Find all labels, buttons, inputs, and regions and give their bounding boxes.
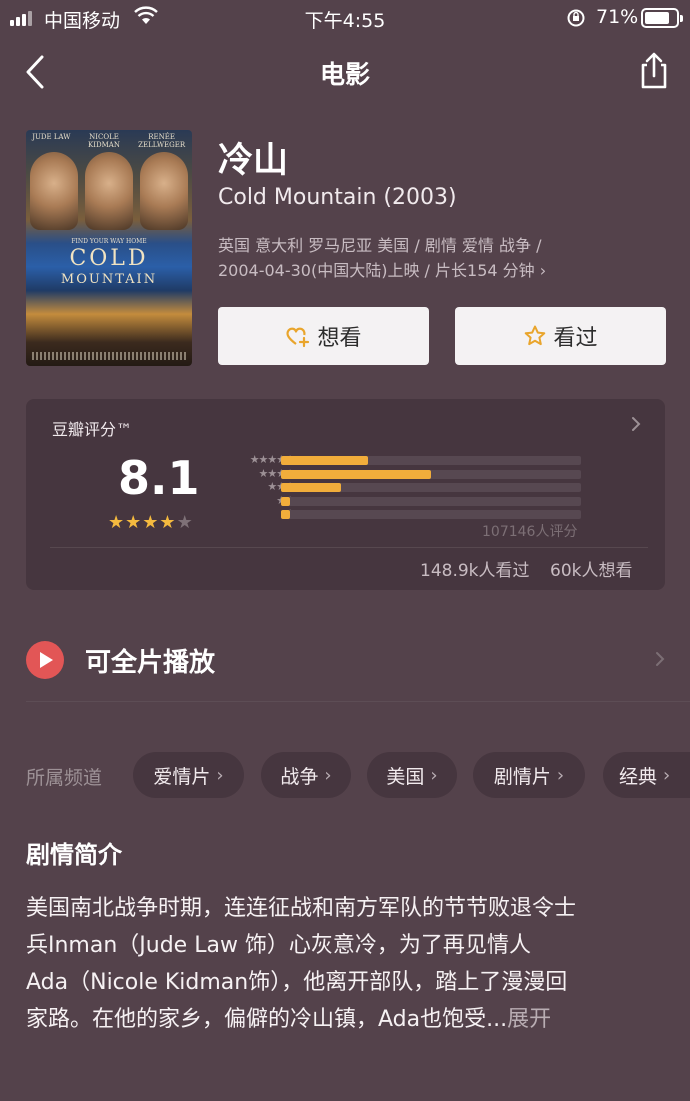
star-filled-icon: ★ bbox=[108, 512, 126, 533]
channel-chip[interactable]: 美国 › bbox=[367, 752, 457, 798]
channel-chip-label: 剧情片 bbox=[493, 765, 551, 788]
meta-line-2: 2004-04-30(中国大陆)上映 / 片长154 分钟 bbox=[218, 261, 535, 280]
rating-stars: ★★★★★ bbox=[108, 512, 194, 533]
poster-faces bbox=[30, 152, 188, 230]
movie-poster[interactable]: JUDE LAW NICOLE KIDMAN RENÉE ZELLWEGER F… bbox=[26, 130, 192, 366]
chevron-right-icon[interactable] bbox=[654, 650, 666, 668]
distribution-bar bbox=[281, 496, 290, 506]
section-divider bbox=[26, 701, 690, 702]
chevron-right-icon: › bbox=[216, 764, 224, 786]
poster-credit: NICOLE KIDMAN bbox=[88, 133, 120, 149]
movie-meta[interactable]: 英国 意大利 罗马尼亚 美国 / 剧情 爱情 战争 / 2004-04-30(中… bbox=[218, 233, 546, 283]
rotation-lock-icon bbox=[567, 9, 585, 27]
poster-title-line1: COLD bbox=[69, 246, 149, 271]
chevron-right-icon: › bbox=[663, 764, 671, 786]
chevron-right-icon: › bbox=[430, 764, 438, 786]
watched-button[interactable]: 看过 bbox=[455, 307, 666, 365]
poster-credit: RENÉE ZELLWEGER bbox=[138, 133, 186, 149]
play-full-movie[interactable]: 可全片播放 bbox=[85, 642, 215, 679]
chevron-right-icon: › bbox=[556, 764, 565, 786]
star-outline-icon bbox=[525, 325, 546, 346]
synopsis-line: Ada（Nicole Kidman饰），他离开部队，踏上了漫漫回 bbox=[26, 970, 568, 995]
rating-votes: 107146人评分 bbox=[482, 524, 578, 540]
seen-label: 看过 bbox=[553, 326, 598, 351]
channel-chip-label: 经典 bbox=[619, 765, 658, 788]
star-filled-icon: ★ bbox=[159, 512, 177, 533]
poster-credits: JUDE LAW NICOLE KIDMAN RENÉE ZELLWEGER bbox=[26, 133, 192, 149]
poster-tagline: FIND YOUR WAY HOME bbox=[71, 238, 147, 245]
synopsis-line: 兵Inman（Jude Law 饰）心灰意冷，为了再见情人 bbox=[26, 933, 531, 958]
distribution-track bbox=[281, 483, 581, 492]
synopsis-line: 家路。在他的家乡，偏僻的冷山镇，Ada也饱受... bbox=[26, 1007, 508, 1032]
distribution-track bbox=[281, 510, 581, 519]
distribution-bar bbox=[281, 483, 341, 492]
channel-chip[interactable]: 剧情片 › bbox=[473, 752, 585, 798]
chevron-right-icon: › bbox=[324, 764, 332, 786]
channel-chip[interactable]: 战争 › bbox=[261, 752, 351, 798]
expand-link[interactable]: 展开 bbox=[507, 1007, 551, 1032]
distribution-track bbox=[281, 496, 581, 506]
rating-score: 8.1 bbox=[118, 451, 200, 505]
synopsis-text: 美国南北战争时期，连连征战和南方军队的节节败退令士 兵Inman（Jude La… bbox=[26, 890, 676, 1038]
want-count[interactable]: 60k人想看 bbox=[550, 556, 632, 581]
battery-icon bbox=[641, 8, 683, 28]
want-to-watch-button[interactable]: 想看 bbox=[218, 307, 429, 365]
status-time: 下午4:55 bbox=[304, 10, 386, 32]
distribution-track bbox=[281, 469, 581, 479]
distribution-bar bbox=[281, 456, 368, 465]
want-label: 想看 bbox=[317, 326, 362, 351]
poster-title-line2: MOUNTAIN bbox=[60, 272, 158, 287]
star-filled-icon: ★ bbox=[142, 512, 160, 533]
synopsis-title: 剧情简介 bbox=[26, 841, 122, 869]
share-icon[interactable] bbox=[636, 50, 672, 90]
synopsis-line: 美国南北战争时期，连连征战和南方军队的节节败退令士 bbox=[26, 896, 577, 921]
chevron-right-icon: › bbox=[539, 261, 547, 280]
channel-chip-label: 战争 bbox=[280, 765, 319, 788]
channels-label: 所属频道 bbox=[26, 767, 103, 789]
poster-credit: JUDE LAW bbox=[32, 133, 71, 141]
distribution-track bbox=[281, 456, 581, 465]
channel-chip[interactable]: 经典 › bbox=[603, 752, 690, 798]
battery-percent: 71% bbox=[596, 6, 639, 28]
channel-chip-label: 美国 bbox=[386, 765, 425, 788]
movie-title-cn: 冷山 bbox=[218, 141, 289, 181]
play-icon[interactable] bbox=[26, 641, 64, 679]
rating-card-title: 豆瓣评分™ bbox=[52, 420, 133, 439]
movie-title-en: Cold Mountain (2003) bbox=[218, 185, 457, 210]
distribution-bar bbox=[281, 469, 431, 479]
meta-line-1: 英国 意大利 罗马尼亚 美国 / 剧情 爱情 战争 / bbox=[218, 236, 542, 255]
channel-chip[interactable]: 爱情片 › bbox=[133, 752, 244, 798]
channel-chip-label: 爱情片 bbox=[153, 765, 211, 788]
poster-billing-block bbox=[32, 352, 186, 360]
star-filled-icon: ★ bbox=[125, 512, 143, 533]
status-bar: 中国移动 下午4:55 71% bbox=[0, 0, 690, 36]
distribution-bar bbox=[281, 510, 290, 519]
star-empty-icon: ★ bbox=[176, 512, 194, 533]
chevron-right-icon bbox=[632, 417, 641, 431]
card-divider bbox=[50, 547, 648, 548]
rating-card[interactable]: 豆瓣评分™ 8.1 ★★★★★ ★★★★★★★★★★★★★★★ 107146人评… bbox=[26, 399, 665, 590]
seen-count[interactable]: 148.9k人看过 bbox=[420, 556, 530, 581]
heart-plus-icon bbox=[286, 327, 310, 348]
page-title: 电影 bbox=[319, 60, 370, 89]
